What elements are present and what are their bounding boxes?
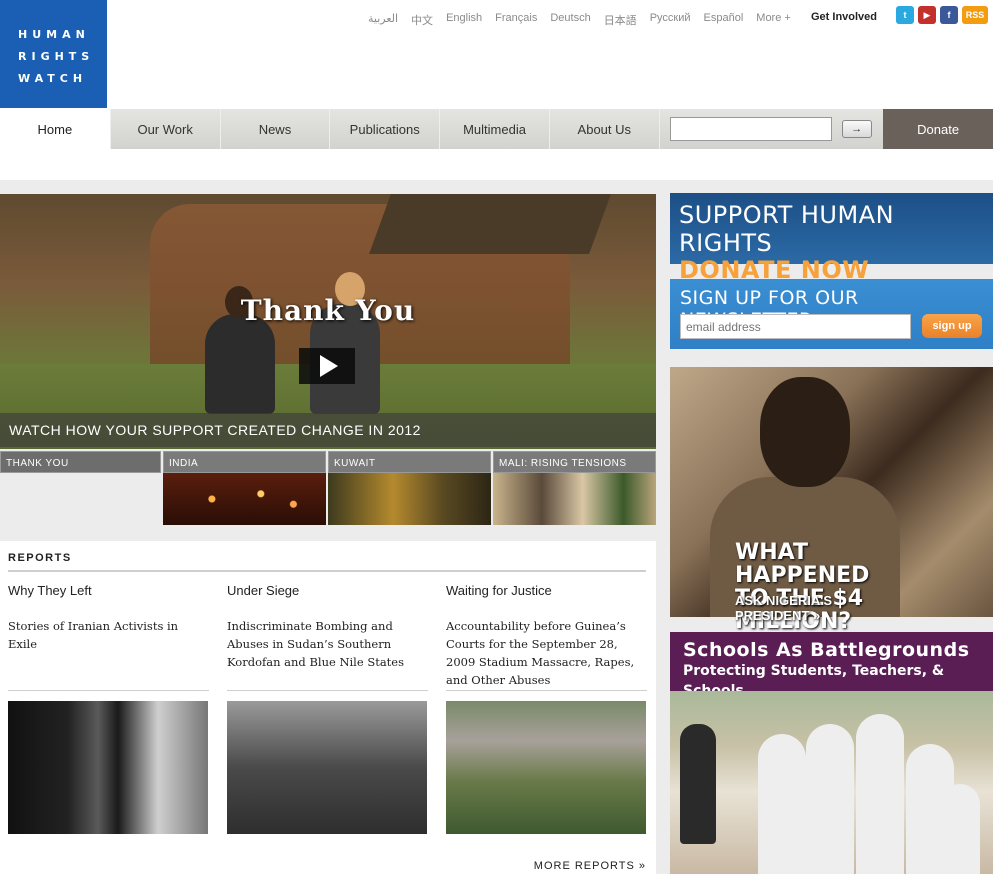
newsletter-signup: SIGN UP FOR OUR NEWSLETTER sign up	[670, 279, 993, 349]
schools-title: Schools As Battlegrounds	[683, 639, 970, 661]
report-title[interactable]: Why They Left	[8, 583, 209, 617]
lang-french[interactable]: Français	[495, 12, 537, 28]
reports-heading: REPORTS	[8, 552, 72, 564]
hero-caption[interactable]: WATCH HOW YOUR SUPPORT CREATED CHANGE IN…	[0, 413, 656, 447]
thumb-label: MALI: RISING TENSIONS	[493, 451, 656, 473]
thumb-mali[interactable]: MALI: RISING TENSIONS	[493, 451, 656, 525]
photo-student	[940, 784, 980, 874]
thumb-india[interactable]: INDIA	[163, 451, 326, 525]
photo-student	[758, 734, 806, 874]
thumb-image	[493, 473, 656, 525]
schools-promo[interactable]: Schools As Battlegrounds Protecting Stud…	[670, 632, 993, 874]
nav-multimedia[interactable]: Multimedia	[439, 109, 549, 149]
report-title[interactable]: Waiting for Justice	[446, 583, 647, 617]
thumb-label: KUWAIT	[328, 451, 491, 473]
nav-about-us[interactable]: About Us	[548, 109, 659, 149]
schools-photo	[670, 691, 993, 874]
report-description: Indiscriminate Bombing and Abuses in Sud…	[227, 619, 405, 669]
facebook-icon[interactable]: f	[940, 6, 958, 24]
play-icon[interactable]	[299, 348, 355, 384]
lang-japanese[interactable]: 日本語	[604, 12, 637, 28]
email-field[interactable]	[680, 314, 911, 339]
report-divider	[446, 690, 647, 691]
lang-german[interactable]: Deutsch	[550, 12, 590, 28]
lang-chinese[interactable]: 中文	[411, 12, 433, 28]
sign-up-button[interactable]: sign up	[922, 314, 982, 338]
language-bar: العربية 中文 English Français Deutsch 日本語 …	[368, 12, 791, 28]
twitter-icon[interactable]: t	[896, 6, 914, 24]
report-description: Stories of Iranian Activists in Exile	[8, 619, 179, 651]
hero-roof-shape	[369, 194, 611, 254]
photo-student	[806, 724, 854, 874]
thumb-thank-you[interactable]: THANK YOU	[0, 451, 161, 525]
promo-person-face	[760, 377, 850, 487]
support-donate-banner[interactable]: SUPPORT HUMAN RIGHTS DONATE NOW	[670, 193, 993, 283]
photo-student	[856, 714, 904, 874]
social-links: t ▶ f RSS	[896, 6, 988, 24]
hrw-logo[interactable]: HUMAN RIGHTS WATCH	[0, 0, 107, 108]
nav-our-work[interactable]: Our Work	[109, 109, 220, 149]
nav-home[interactable]: Home	[0, 109, 110, 149]
hero-title: Thank You	[240, 294, 416, 327]
thumb-label: THANK YOU	[0, 451, 161, 473]
more-reports-link[interactable]: MORE REPORTS »	[534, 860, 646, 872]
report-divider	[8, 690, 209, 691]
nav-publications[interactable]: Publications	[329, 109, 440, 149]
report-description: Accountability before Guinea’s Courts fo…	[446, 619, 635, 687]
thumb-image	[163, 473, 326, 525]
reports-divider	[8, 570, 646, 572]
nigeria-promo[interactable]: WHAT HAPPENED TO THE $4 MILLION? ASK NIG…	[670, 367, 993, 633]
photo-soldier	[680, 724, 716, 844]
report-divider	[227, 690, 428, 691]
hero-thumbnails: THANK YOU INDIA KUWAIT MALI: RISING TENS…	[0, 451, 656, 525]
nav-news[interactable]: News	[219, 109, 330, 149]
report-card: Under Siege Indiscriminate Bombing and A…	[227, 583, 428, 834]
report-card: Waiting for Justice Accountability befor…	[446, 583, 647, 834]
page: HUMAN RIGHTS WATCH العربية 中文 English Fr…	[0, 0, 993, 874]
hero-person-left	[205, 314, 275, 414]
logo-line-3: WATCH	[18, 72, 88, 85]
thumb-image	[328, 473, 491, 525]
lang-russian[interactable]: Русский	[650, 12, 691, 28]
report-photo[interactable]	[446, 701, 646, 834]
lang-arabic[interactable]: العربية	[368, 12, 398, 28]
youtube-icon[interactable]: ▶	[918, 6, 936, 24]
promo-headline-line-1: WHAT HAPPENED	[735, 540, 870, 588]
get-involved-link[interactable]: Get Involved	[811, 11, 877, 23]
thumb-kuwait[interactable]: KUWAIT	[328, 451, 491, 525]
promo-subline: ASK NIGERIA'S PRESIDENT »	[735, 593, 832, 623]
main-nav: Home Our Work News Publications Multimed…	[0, 109, 993, 149]
report-photo[interactable]	[227, 701, 427, 834]
search-input[interactable]	[669, 117, 832, 141]
schools-banner: Schools As Battlegrounds Protecting Stud…	[670, 632, 993, 699]
reports-section: REPORTS Why They Left Stories of Iranian…	[0, 541, 656, 874]
report-title[interactable]: Under Siege	[227, 583, 428, 617]
search-area: →	[658, 109, 884, 149]
support-line: SUPPORT HUMAN RIGHTS	[679, 201, 895, 257]
lang-more[interactable]: More +	[756, 12, 791, 28]
logo-line-1: HUMAN	[18, 28, 90, 41]
lang-spanish[interactable]: Español	[704, 12, 744, 28]
donate-nav-button[interactable]: Donate	[883, 109, 993, 149]
thumb-label: INDIA	[163, 451, 326, 473]
report-photo[interactable]	[8, 701, 208, 834]
rss-icon[interactable]: RSS	[962, 6, 988, 24]
report-card: Why They Left Stories of Iranian Activis…	[8, 583, 209, 834]
hero-video[interactable]: Thank You WATCH HOW YOUR SUPPORT CREATED…	[0, 194, 656, 449]
search-go-button[interactable]: →	[841, 120, 872, 138]
lang-english[interactable]: English	[446, 12, 482, 28]
logo-line-2: RIGHTS	[18, 50, 95, 63]
